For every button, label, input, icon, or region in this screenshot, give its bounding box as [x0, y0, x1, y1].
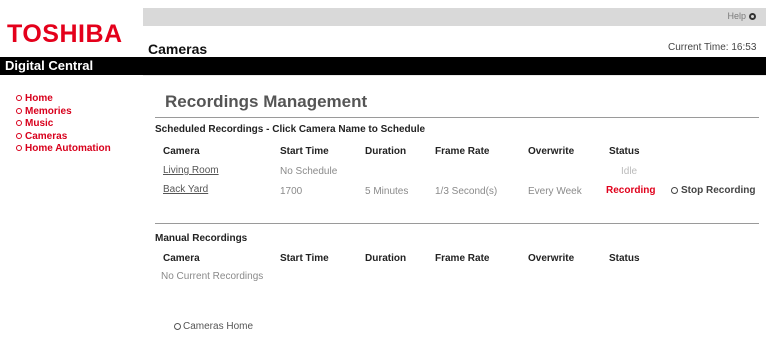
- status-badge: Recording: [606, 185, 656, 196]
- column-header-duration: Duration: [365, 253, 407, 264]
- nav-item-label: Cameras: [25, 130, 68, 142]
- empty-recordings-text: No Current Recordings: [161, 271, 264, 282]
- nav-item-label: Memories: [25, 105, 72, 117]
- start-time-value: No Schedule: [280, 166, 338, 177]
- top-bar: Help: [143, 8, 766, 26]
- bullet-icon: [16, 120, 22, 126]
- column-header-status: Status: [609, 146, 640, 157]
- scheduled-heading: Scheduled Recordings - Click Camera Name…: [155, 124, 426, 135]
- brand-subtitle: Digital Central: [5, 58, 94, 73]
- brand-bar: Digital Central: [0, 57, 143, 75]
- camera-link-living-room[interactable]: Living Room: [163, 165, 219, 176]
- manual-heading: Manual Recordings: [155, 233, 248, 244]
- nav-item-cameras[interactable]: Cameras: [16, 131, 111, 144]
- cameras-home-link[interactable]: Cameras Home: [174, 321, 253, 332]
- left-column: TOSHIBA Digital Central Home Memories Mu…: [0, 0, 143, 354]
- divider: [155, 223, 759, 224]
- column-header-camera: Camera: [163, 146, 200, 157]
- stop-recording-button[interactable]: Stop Recording: [671, 185, 755, 196]
- overwrite-value: Every Week: [528, 186, 582, 197]
- column-header-overwrite: Overwrite: [528, 253, 575, 264]
- bullet-icon: [16, 132, 22, 139]
- cameras-home-label: Cameras Home: [183, 321, 254, 332]
- column-header-frame-rate: Frame Rate: [435, 253, 490, 264]
- nav-item-label: Home: [25, 93, 53, 104]
- toshiba-logo: TOSHIBA: [7, 20, 123, 48]
- nav-item-music[interactable]: Music: [16, 118, 111, 131]
- duration-value: 5 Minutes: [365, 186, 409, 197]
- bullet-icon: [174, 323, 181, 330]
- column-header-start-time: Start Time: [280, 253, 329, 264]
- column-header-overwrite: Overwrite: [528, 146, 575, 157]
- help-icon: [749, 13, 756, 20]
- nav-item-label: Music: [25, 118, 54, 129]
- page-title: Recordings Management: [165, 92, 368, 111]
- stop-icon: [671, 187, 678, 194]
- nav-item-label: Home Automation: [25, 143, 111, 154]
- column-header-duration: Duration: [365, 146, 407, 157]
- column-header-camera: Camera: [163, 253, 200, 264]
- header-divider-bar: [143, 57, 766, 75]
- frame-rate-value: 1/3 Second(s): [435, 186, 498, 197]
- bullet-icon: [16, 145, 22, 151]
- current-time: Current Time: 16:53: [668, 42, 757, 53]
- bullet-icon: [16, 107, 22, 114]
- stop-recording-label: Stop Recording: [681, 185, 756, 196]
- section-title: Cameras: [148, 41, 208, 57]
- page: TOSHIBA Digital Central Home Memories Mu…: [0, 0, 766, 354]
- sidebar-nav: Home Memories Music Cameras Home Automat…: [16, 93, 111, 156]
- status-badge: Idle: [621, 166, 638, 177]
- camera-link-back-yard[interactable]: Back Yard: [163, 184, 208, 195]
- main-content: Recordings Management Scheduled Recordin…: [143, 76, 766, 354]
- help-link[interactable]: Help: [727, 11, 756, 21]
- nav-item-home[interactable]: Home: [16, 93, 111, 106]
- column-header-frame-rate: Frame Rate: [435, 146, 490, 157]
- nav-item-home-automation[interactable]: Home Automation: [16, 143, 111, 156]
- column-header-start-time: Start Time: [280, 146, 329, 157]
- bullet-icon: [16, 95, 22, 101]
- nav-item-memories[interactable]: Memories: [16, 106, 111, 119]
- start-time-value: 1700: [280, 186, 303, 197]
- help-label: Help: [727, 11, 746, 21]
- column-header-status: Status: [609, 253, 640, 264]
- divider: [155, 117, 759, 118]
